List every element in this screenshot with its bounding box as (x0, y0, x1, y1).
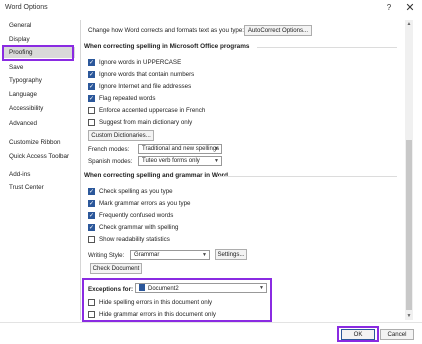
checkbox-label: Ignore words that contain numbers (99, 71, 195, 78)
word-section-divider (217, 176, 397, 177)
checkbox-confused-words[interactable]: Frequently confused words (88, 211, 173, 220)
ok-highlight-box (337, 326, 379, 342)
sidebar-item-trust-center[interactable]: Trust Center (9, 182, 44, 193)
checkbox-ignore-internet[interactable]: Ignore Internet and file addresses (88, 82, 191, 91)
checkbox-flag-repeated[interactable]: Flag repeated words (88, 94, 155, 103)
checkbox-check-spelling[interactable]: Check spelling as you type (88, 187, 173, 196)
checkbox-label: Ignore words in UPPERCASE (99, 59, 182, 66)
vertical-scrollbar[interactable]: ▲ ▼ (405, 20, 413, 320)
sidebar-divider (80, 20, 81, 320)
sidebar-item-language[interactable]: Language (9, 89, 37, 100)
chevron-down-icon: ▼ (214, 158, 219, 164)
office-section-title: When correcting spelling in Microsoft Of… (84, 43, 250, 50)
checkbox-box[interactable] (88, 95, 95, 102)
checkbox-label: Enforce accented uppercase in French (99, 107, 206, 114)
checkbox-mark-grammar[interactable]: Mark grammar errors as you type (88, 199, 190, 208)
spanish-modes-select[interactable]: Tuteo verb forms only ▼ (138, 156, 222, 166)
checkbox-ignore-uppercase[interactable]: Ignore words in UPPERCASE (88, 58, 181, 67)
proofing-highlight-box (2, 45, 74, 61)
checkbox-box[interactable] (88, 59, 95, 66)
title-bar: Word Options ? ✕ (0, 0, 422, 18)
checkbox-ignore-numbers[interactable]: Ignore words that contain numbers (88, 70, 194, 79)
french-modes-label: French modes: (88, 146, 130, 153)
checkbox-enforce-french[interactable]: Enforce accented uppercase in French (88, 106, 205, 115)
french-modes-value: Traditional and new spellings (142, 146, 220, 152)
spanish-modes-value: Tuteo verb forms only (142, 158, 200, 164)
sidebar-item-customize-ribbon[interactable]: Customize Ribbon (9, 137, 60, 148)
checkbox-suggest-main-dict[interactable]: Suggest from main dictionary only (88, 118, 192, 127)
close-icon[interactable]: ✕ (404, 1, 416, 14)
chevron-down-icon: ▼ (214, 146, 219, 152)
proofing-panel: Change how Word corrects and formats tex… (82, 20, 404, 320)
autocorrect-options-button[interactable]: AutoCorrect Options... (244, 25, 312, 36)
writing-style-value: Grammar (134, 252, 160, 258)
sidebar-item-quick-access-toolbar[interactable]: Quick Access Toolbar (9, 151, 69, 162)
checkbox-label: Ignore Internet and file addresses (99, 83, 192, 90)
checkbox-box[interactable] (88, 224, 95, 231)
help-icon[interactable]: ? (384, 3, 394, 12)
checkbox-readability[interactable]: Show readability statistics (88, 235, 170, 244)
footer-divider (0, 322, 422, 323)
checkbox-box[interactable] (88, 200, 95, 207)
checkbox-label: Frequently confused words (99, 212, 174, 219)
checkbox-label: Check spelling as you type (99, 188, 173, 195)
checkbox-label: Flag repeated words (99, 95, 156, 102)
sidebar-item-typography[interactable]: Typography (9, 75, 42, 86)
settings-button[interactable]: Settings... (215, 249, 247, 260)
custom-dictionaries-button[interactable]: Custom Dictionaries... (88, 130, 154, 141)
cancel-button[interactable]: Cancel (380, 329, 414, 340)
check-document-button[interactable]: Check Document (90, 263, 142, 274)
checkbox-box[interactable] (88, 212, 95, 219)
sidebar-item-advanced[interactable]: Advanced (9, 118, 37, 129)
writing-style-select[interactable]: Grammar ▼ (130, 250, 210, 260)
window-title: Word Options (5, 4, 48, 11)
sidebar-item-general[interactable]: General (9, 20, 31, 31)
checkbox-box[interactable] (88, 119, 95, 126)
sidebar-item-display[interactable]: Display (9, 34, 30, 45)
checkbox-label: Mark grammar errors as you type (99, 200, 191, 207)
scroll-down-icon[interactable]: ▼ (405, 312, 413, 320)
office-section-divider (257, 47, 397, 48)
french-modes-select[interactable]: Traditional and new spellings ▼ (138, 144, 222, 154)
scrollbar-thumb[interactable] (406, 140, 412, 310)
autocorrect-description: Change how Word corrects and formats tex… (88, 27, 245, 34)
exceptions-highlight-box (82, 278, 272, 322)
scroll-up-icon[interactable]: ▲ (405, 20, 413, 28)
word-section-title: When correcting spelling and grammar in … (84, 172, 229, 179)
checkbox-box[interactable] (88, 107, 95, 114)
checkbox-grammar-with-spelling[interactable]: Check grammar with spelling (88, 223, 178, 232)
sidebar-item-save[interactable]: Save (9, 62, 23, 73)
spanish-modes-label: Spanish modes: (88, 158, 133, 165)
checkbox-label: Check grammar with spelling (99, 224, 179, 231)
chevron-down-icon: ▼ (202, 252, 207, 258)
sidebar-item-add-ins[interactable]: Add-ins (9, 169, 30, 180)
writing-style-label: Writing Style: (88, 252, 125, 259)
sidebar-nav: General Display Proofing Save Typography… (3, 20, 75, 320)
checkbox-box[interactable] (88, 83, 95, 90)
checkbox-box[interactable] (88, 188, 95, 195)
checkbox-box[interactable] (88, 236, 95, 243)
checkbox-label: Show readability statistics (99, 236, 170, 243)
checkbox-box[interactable] (88, 71, 95, 78)
checkbox-label: Suggest from main dictionary only (99, 119, 193, 126)
sidebar-item-accessibility[interactable]: Accessibility (9, 103, 43, 114)
